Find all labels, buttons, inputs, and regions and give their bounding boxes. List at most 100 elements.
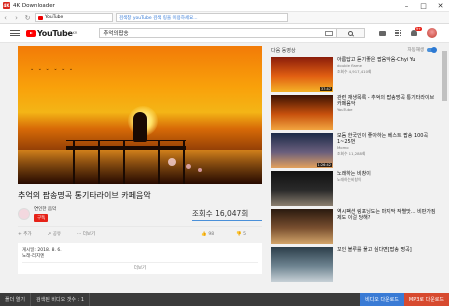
- sea-water: [18, 150, 262, 184]
- dislike-count: 5: [243, 231, 246, 237]
- app-bottom-bar: 폴더 열기 검색된 비디오 갯수 : 1 비디오 다운로드 MP3로 다운로드: [0, 293, 449, 306]
- video-thumbnail[interactable]: [271, 209, 333, 244]
- up-next-sidebar: 다음 동영상 자동재생 37:47 아름답고 듣기좋은 팝음악음-Chyi Yu…: [271, 46, 437, 282]
- forward-icon[interactable]: ›: [11, 12, 22, 23]
- logo-text: YouTube: [37, 28, 73, 38]
- description-card: 게시일: 2018. 8. 6. 노래-리지엔 더보기: [18, 243, 262, 274]
- youtube-play-icon: [26, 29, 36, 37]
- back-icon[interactable]: ‹: [0, 12, 11, 23]
- video-thumbnail[interactable]: [271, 247, 333, 282]
- up-next-heading: 다음 동영상: [271, 47, 296, 54]
- maximize-button[interactable]: □: [415, 0, 432, 12]
- upload-camera-icon[interactable]: [379, 30, 386, 36]
- browser-toolbar: ‹ › ↻ YouTube 검색창 youTube 검색 링을 이용하세요...: [0, 12, 449, 24]
- minimize-button[interactable]: –: [398, 0, 415, 12]
- pier-post: [123, 140, 125, 184]
- download-video-button[interactable]: 비디오 다운로드: [360, 293, 404, 306]
- sidebar-video-channel: Momo: [337, 145, 349, 150]
- browser-tab[interactable]: YouTube: [35, 13, 113, 22]
- autoplay-toggle[interactable]: [427, 47, 437, 53]
- sidebar-video-title[interactable]: 모듬 한국인이 좋아하는 베스트 팝송 100곡1~25번: [337, 133, 436, 145]
- video-category: 노래-리지엔: [22, 254, 45, 259]
- main-column: ⌄ ⌄ ⌄ ⌄ ⌄ ⌄ 추억의 팝송명곡 통기타라이브 카페음악 연인한 음악 …: [18, 46, 262, 274]
- pier-post: [158, 140, 160, 184]
- notifications-button[interactable]: 9+: [411, 26, 422, 37]
- like-count: 98: [208, 231, 215, 237]
- lens-flare: [186, 164, 191, 169]
- app-icon: 4K: [3, 2, 10, 9]
- sidebar-video-title[interactable]: 역시팩션 링포닝도는 마지막 작별맛... 비판가짐제도 이걸 당해?: [337, 209, 436, 221]
- autoplay-label: 자동재생: [407, 48, 424, 53]
- page-scrollbar[interactable]: [440, 43, 449, 293]
- more-button[interactable]: ··· 더보기: [77, 231, 103, 237]
- video-duration: 1:26:42: [316, 163, 332, 167]
- show-more-button[interactable]: 더보기: [22, 262, 258, 271]
- more-label: 더보기: [82, 232, 96, 237]
- sidebar-video-item[interactable]: 꼬인 블루를 풀고 싶다면[팝송 명곡]: [271, 247, 436, 282]
- search-icon: [348, 30, 354, 36]
- sidebar-video-channel: YouTube: [337, 107, 353, 112]
- sidebar-video-channel: double flame: [337, 63, 362, 68]
- search-query: 추억의팝송: [103, 31, 129, 37]
- lens-flare: [198, 168, 202, 172]
- video-actions: + 추가 ↗ 공유 ··· 더보기 👍 98 👎 5: [18, 226, 262, 237]
- channel-avatar[interactable]: [18, 208, 30, 220]
- pier-railing: [66, 140, 186, 141]
- video-title: 추억의 팝송명곡 통기타라이브 카페음악: [18, 191, 151, 200]
- youtube-header: YouTube KR 추억의팝송 9+: [0, 24, 449, 43]
- channel-row: 연인한 음악 구독 조회수 16,047회: [18, 206, 262, 222]
- pier-post: [73, 140, 75, 184]
- sidebar-video-title[interactable]: 관련 재생목록 - 추억의 팝송명곡 통기타라이브 카페음악: [337, 95, 436, 107]
- keyboard-icon[interactable]: [325, 30, 334, 36]
- pier-post: [98, 140, 100, 184]
- youtube-favicon-icon: [38, 15, 43, 20]
- pier-post: [183, 140, 185, 184]
- video-thumbnail[interactable]: 1:26:42: [271, 133, 333, 168]
- search-button[interactable]: [337, 28, 366, 38]
- video-count-status: 검색된 비디오 갯수 : 1: [31, 293, 91, 306]
- view-count: 조회수 16,047회: [192, 208, 249, 218]
- address-bar[interactable]: 검색창 youTube 검색 링을 이용하세요...: [116, 13, 288, 22]
- logo-region: KR: [72, 30, 78, 35]
- video-player[interactable]: ⌄ ⌄ ⌄ ⌄ ⌄ ⌄: [18, 46, 262, 184]
- download-mp3-button[interactable]: MP3로 다운로드: [403, 293, 449, 306]
- share-label: 공유: [52, 232, 61, 237]
- tab-label: YouTube: [45, 15, 64, 20]
- video-thumbnail[interactable]: [271, 171, 333, 206]
- couple-silhouette: [133, 112, 147, 142]
- video-duration: 37:47: [319, 87, 332, 91]
- share-button[interactable]: ↗ 공유: [47, 231, 68, 237]
- add-label: 추가: [23, 232, 32, 237]
- sidebar-video-stats: 조회수 4,917,410회: [337, 68, 372, 74]
- sidebar-video-title[interactable]: 꼬인 블루를 풀고 싶다면[팝송 명곡]: [337, 247, 412, 253]
- window-titlebar: 4K 4K Downloader – □ ✕: [0, 0, 449, 12]
- birds-silhouette: ⌄ ⌄ ⌄ ⌄ ⌄ ⌄: [30, 66, 75, 72]
- like-button[interactable]: 👍 98: [201, 232, 222, 237]
- sidebar-video-item[interactable]: 37:47 아름답고 듣기좋은 팝음악음-Chyi Yu double flam…: [271, 57, 436, 92]
- subscribe-button[interactable]: 구독: [34, 214, 49, 222]
- channel-name[interactable]: 연인한 음악: [34, 206, 56, 212]
- lens-flare: [168, 158, 176, 166]
- sidebar-video-stats: 조회수 11,288회: [337, 150, 366, 156]
- add-to-button[interactable]: + 추가: [18, 231, 39, 237]
- apps-grid-icon[interactable]: [395, 29, 402, 37]
- pier-deck: [66, 146, 186, 150]
- open-folder-button[interactable]: 폴더 열기: [0, 293, 31, 306]
- notification-badge: 9+: [414, 26, 422, 31]
- hamburger-menu-icon[interactable]: [10, 30, 20, 36]
- account-avatar[interactable]: [427, 28, 437, 38]
- sidebar-video-item[interactable]: 관련 재생목록 - 추억의 팝송명곡 통기타라이브 카페음악 YouTube: [271, 95, 436, 130]
- sidebar-video-item[interactable]: 역시팩션 링포닝도는 마지막 작별맛... 비판가짐제도 이걸 당해?: [271, 209, 436, 244]
- search-input[interactable]: 추억의팝송: [99, 28, 338, 38]
- youtube-logo[interactable]: YouTube KR: [26, 29, 77, 38]
- close-button[interactable]: ✕: [432, 0, 449, 12]
- dislike-button[interactable]: 👎 5: [236, 232, 254, 237]
- scrollbar-thumb[interactable]: [442, 51, 447, 101]
- video-thumbnail[interactable]: [271, 95, 333, 130]
- sidebar-video-item[interactable]: 1:26:42 모듬 한국인이 좋아하는 베스트 팝송 100곡1~25번 Mo…: [271, 133, 436, 168]
- like-ratio-bar: [192, 219, 262, 221]
- video-thumbnail[interactable]: 37:47: [271, 57, 333, 92]
- refresh-icon[interactable]: ↻: [22, 12, 33, 23]
- sidebar-video-channel: 노래하는비창이: [337, 177, 362, 182]
- sidebar-video-item[interactable]: 노래하는 비창이 노래하는비창이: [271, 171, 436, 206]
